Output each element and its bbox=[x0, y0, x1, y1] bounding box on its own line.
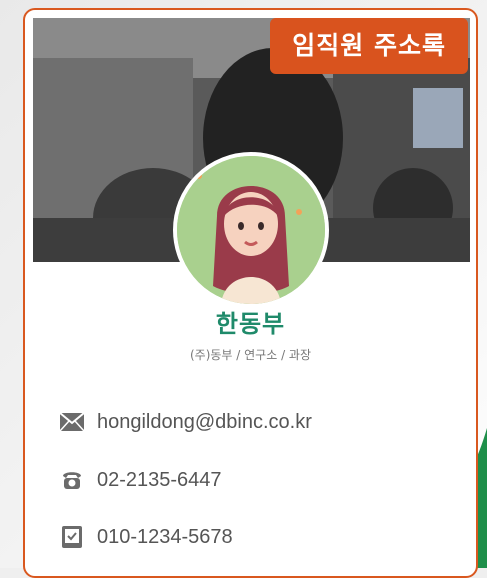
profile-card: 임직원 주소록 한동부 (주)동부 / 연구소 / 과장 hongildong@… bbox=[23, 8, 478, 578]
mobile-row[interactable]: 010-1234-5678 bbox=[59, 523, 233, 551]
employee-affiliation: (주)동부 / 연구소 / 과장 bbox=[189, 348, 312, 362]
avatar bbox=[173, 152, 329, 308]
mobile-phone-icon bbox=[59, 524, 85, 550]
email-row[interactable]: hongildong@dbinc.co.kr bbox=[59, 408, 312, 436]
phone-row[interactable]: 02-2135-6447 bbox=[59, 466, 222, 494]
employee-name: 한동부 bbox=[215, 310, 286, 338]
email-text[interactable]: hongildong@dbinc.co.kr bbox=[97, 411, 312, 434]
phone-text[interactable]: 02-2135-6447 bbox=[97, 469, 222, 492]
address-book-badge: 임직원 주소록 bbox=[270, 18, 468, 74]
envelope-icon bbox=[59, 409, 85, 435]
telephone-icon bbox=[59, 467, 85, 493]
mobile-text[interactable]: 010-1234-5678 bbox=[97, 526, 233, 549]
